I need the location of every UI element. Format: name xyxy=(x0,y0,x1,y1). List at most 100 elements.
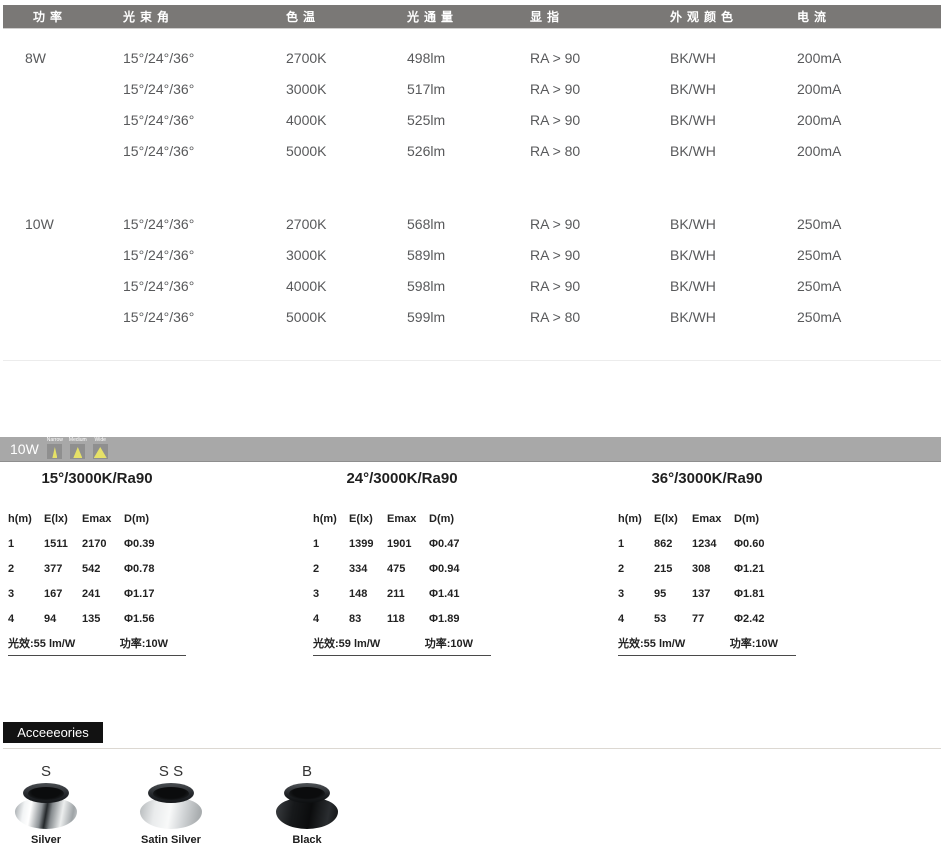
spec-cell-cct: 5000K xyxy=(286,143,407,159)
pho-col-header-0: h(m) xyxy=(618,513,654,525)
accessory-label: Satin Silver xyxy=(141,834,201,846)
accessory-code: S S xyxy=(159,764,183,780)
pho-cell-1: 1399 xyxy=(349,538,387,550)
photometric-header-row: h(m)E(lx)EmaxD(m) xyxy=(8,507,186,531)
pho-cell-3: Φ1.89 xyxy=(429,613,491,625)
spec-cell-flux: 598lm xyxy=(407,278,530,294)
pho-cell-3: Φ1.56 xyxy=(124,613,186,625)
pho-cell-0: 4 xyxy=(8,613,44,625)
spec-cell-cct: 5000K xyxy=(286,309,407,325)
spec-cell-beam-angle: 15°/24°/36° xyxy=(123,216,286,232)
pho-cell-0: 3 xyxy=(618,588,654,600)
narrow-beam-icon: Narrow xyxy=(47,437,63,459)
spec-cell-beam-angle: 15°/24°/36° xyxy=(123,278,286,294)
pho-col-header-2: Emax xyxy=(387,513,429,525)
beam-icons-group: NarrowMediumWide xyxy=(47,437,108,459)
pho-col-header-0: h(m) xyxy=(313,513,349,525)
pho-cell-1: 377 xyxy=(44,563,82,575)
pho-col-header-3: D(m) xyxy=(734,513,796,525)
photometric-table-title: 36°/3000K/Ra90 xyxy=(618,470,796,486)
pho-cell-1: 94 xyxy=(44,613,82,625)
spec-cell-beam-angle: 15°/24°/36° xyxy=(123,112,286,128)
pho-cell-0: 2 xyxy=(8,563,44,575)
spec-cell-housing-color: BK/WH xyxy=(670,247,797,263)
spec-cell-cri: RA > 90 xyxy=(530,216,670,232)
spec-cell-flux: 568lm xyxy=(407,216,530,232)
photometric-data-row: 3148211Φ1.41 xyxy=(313,581,491,606)
beam-cone-shape xyxy=(94,447,107,458)
pho-cell-3: Φ0.47 xyxy=(429,538,491,550)
spec-row: 15°/24°/36°4000K598lmRA > 90BK/WH250mA xyxy=(3,270,941,301)
spec-cell-housing-color: BK/WH xyxy=(670,278,797,294)
pho-cell-2: 135 xyxy=(82,613,124,625)
pho-cell-3: Φ0.60 xyxy=(734,538,796,550)
pho-cell-2: 137 xyxy=(692,588,734,600)
spec-cell-cct: 2700K xyxy=(286,50,407,66)
photometric-bar: 10W NarrowMediumWide xyxy=(0,437,941,462)
pho-footer-efficacy: 光效:55 lm/W xyxy=(618,635,685,651)
pho-cell-1: 53 xyxy=(654,613,692,625)
photometric-table-2: 36°/3000K/Ra90 h(m)E(lx)EmaxD(m)18621234Φ… xyxy=(618,470,796,656)
beam-tile xyxy=(70,444,85,459)
photometric-data-row: 18621234Φ0.60 xyxy=(618,531,796,556)
pho-cell-3: Φ2.42 xyxy=(734,613,796,625)
spec-cell-cct: 2700K xyxy=(286,216,407,232)
accessory-code: B xyxy=(302,764,312,780)
photometric-table-title: 24°/3000K/Ra90 xyxy=(313,470,491,486)
spec-cell-cri: RA > 90 xyxy=(530,81,670,97)
satin-ring-image xyxy=(139,783,203,829)
ring-rim-inner xyxy=(28,787,64,800)
pho-cell-3: Φ1.81 xyxy=(734,588,796,600)
spec-header-cell-5: 外观颜色 xyxy=(670,8,797,25)
pho-col-header-1: E(lx) xyxy=(349,513,387,525)
pho-footer-power: 功率:10W xyxy=(730,635,796,651)
spec-cell-current: 250mA xyxy=(797,247,941,263)
spec-row: 15°/24°/36°5000K599lmRA > 80BK/WH250mA xyxy=(3,301,941,332)
pho-cell-0: 2 xyxy=(618,563,654,575)
photometric-data-row: 494135Φ1.56 xyxy=(8,606,186,631)
photometric-data-row: 45377Φ2.42 xyxy=(618,606,796,631)
pho-cell-1: 334 xyxy=(349,563,387,575)
accessory-item-silver: SSilver xyxy=(0,764,97,846)
spec-cell-current: 250mA xyxy=(797,309,941,325)
photometric-data-row: 113991901Φ0.47 xyxy=(313,531,491,556)
spec-cell-cct: 3000K xyxy=(286,81,407,97)
accessory-label: Black xyxy=(292,834,321,846)
pho-cell-1: 167 xyxy=(44,588,82,600)
spec-header-cell-3: 光通量 xyxy=(407,8,530,25)
spec-cell-power: 10W xyxy=(25,216,123,232)
spec-row: 8W15°/24°/36°2700K498lmRA > 90BK/WH200mA xyxy=(3,42,941,73)
spec-cell-current: 200mA xyxy=(797,143,941,159)
photometric-table-title: 15°/3000K/Ra90 xyxy=(8,470,186,486)
spec-cell-cri: RA > 90 xyxy=(530,278,670,294)
photometric-data-row: 395137Φ1.81 xyxy=(618,581,796,606)
pho-cell-0: 4 xyxy=(618,613,654,625)
photometric-data-row: 2215308Φ1.21 xyxy=(618,556,796,581)
spec-cell-cri: RA > 80 xyxy=(530,143,670,159)
spec-group-8W: 8W15°/24°/36°2700K498lmRA > 90BK/WH200mA… xyxy=(3,42,941,166)
photometric-footer: 光效:59 lm/W功率:10W xyxy=(313,633,491,656)
spec-cell-cct: 4000K xyxy=(286,278,407,294)
spec-cell-cri: RA > 90 xyxy=(530,247,670,263)
pho-footer-efficacy: 光效:55 lm/W xyxy=(8,635,75,651)
beam-tile xyxy=(47,444,62,459)
photometric-header-row: h(m)E(lx)EmaxD(m) xyxy=(618,507,796,531)
spec-header-cell-1: 光束角 xyxy=(123,8,286,25)
spec-table-body: 8W15°/24°/36°2700K498lmRA > 90BK/WH200mA… xyxy=(3,42,941,332)
pho-cell-2: 542 xyxy=(82,563,124,575)
spec-row: 10W15°/24°/36°2700K568lmRA > 90BK/WH250m… xyxy=(3,208,941,239)
accessory-code: S xyxy=(41,764,51,780)
photometric-table-0: 15°/3000K/Ra90h(m)E(lx)EmaxD(m)115112170… xyxy=(8,470,186,656)
spec-header-cell-2: 色温 xyxy=(286,8,407,25)
pho-cell-0: 1 xyxy=(618,538,654,550)
pho-cell-1: 215 xyxy=(654,563,692,575)
spec-cell-housing-color: BK/WH xyxy=(670,112,797,128)
spec-cell-cct: 4000K xyxy=(286,112,407,128)
spec-row: 15°/24°/36°5000K526lmRA > 80BK/WH200mA xyxy=(3,135,941,166)
accessories-title: Acceeeories xyxy=(17,725,89,740)
spec-cell-flux: 599lm xyxy=(407,309,530,325)
accessory-item-black: B Black xyxy=(256,764,358,846)
pho-cell-3: Φ0.78 xyxy=(124,563,186,575)
ring-rim-inner xyxy=(289,787,325,800)
spec-cell-beam-angle: 15°/24°/36° xyxy=(123,50,286,66)
